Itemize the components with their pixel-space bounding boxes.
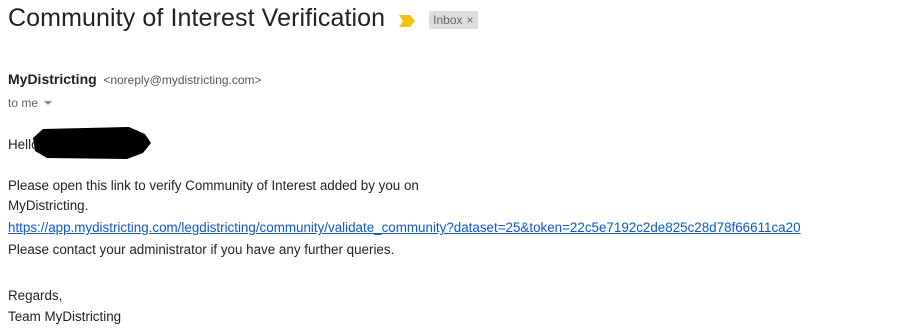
body-line: MyDistricting. bbox=[8, 198, 89, 213]
importance-marker-icon[interactable] bbox=[399, 14, 416, 27]
redaction-mark bbox=[32, 126, 151, 160]
email-subject: Community of Interest Verification bbox=[8, 4, 386, 32]
verification-link[interactable]: https://app.mydistricting.com/legdistric… bbox=[8, 220, 801, 235]
close-icon[interactable]: × bbox=[467, 13, 474, 27]
greeting-row: Hello bbox=[8, 127, 151, 161]
subject-row: Community of Interest Verification Inbox… bbox=[8, 4, 478, 33]
body-line: Please open this link to verify Communit… bbox=[8, 178, 419, 193]
body-line: Please contact your administrator if you… bbox=[8, 242, 395, 257]
inbox-label-chip[interactable]: Inbox × bbox=[429, 10, 478, 29]
recipient-row: to me bbox=[8, 96, 53, 110]
sender-email: <noreply@mydistricting.com> bbox=[103, 73, 262, 87]
signature-text: Team MyDistricting bbox=[8, 309, 122, 324]
recipient-text: to me bbox=[8, 96, 39, 110]
sender-row: MyDistricting <noreply@mydistricting.com… bbox=[8, 71, 262, 87]
closing-text: Regards, bbox=[8, 288, 63, 303]
sender-name: MyDistricting bbox=[8, 71, 97, 87]
verification-link-line: https://app.mydistricting.com/legdistric… bbox=[8, 220, 801, 235]
chevron-down-icon[interactable] bbox=[44, 101, 53, 105]
inbox-label-text: Inbox bbox=[433, 12, 463, 27]
